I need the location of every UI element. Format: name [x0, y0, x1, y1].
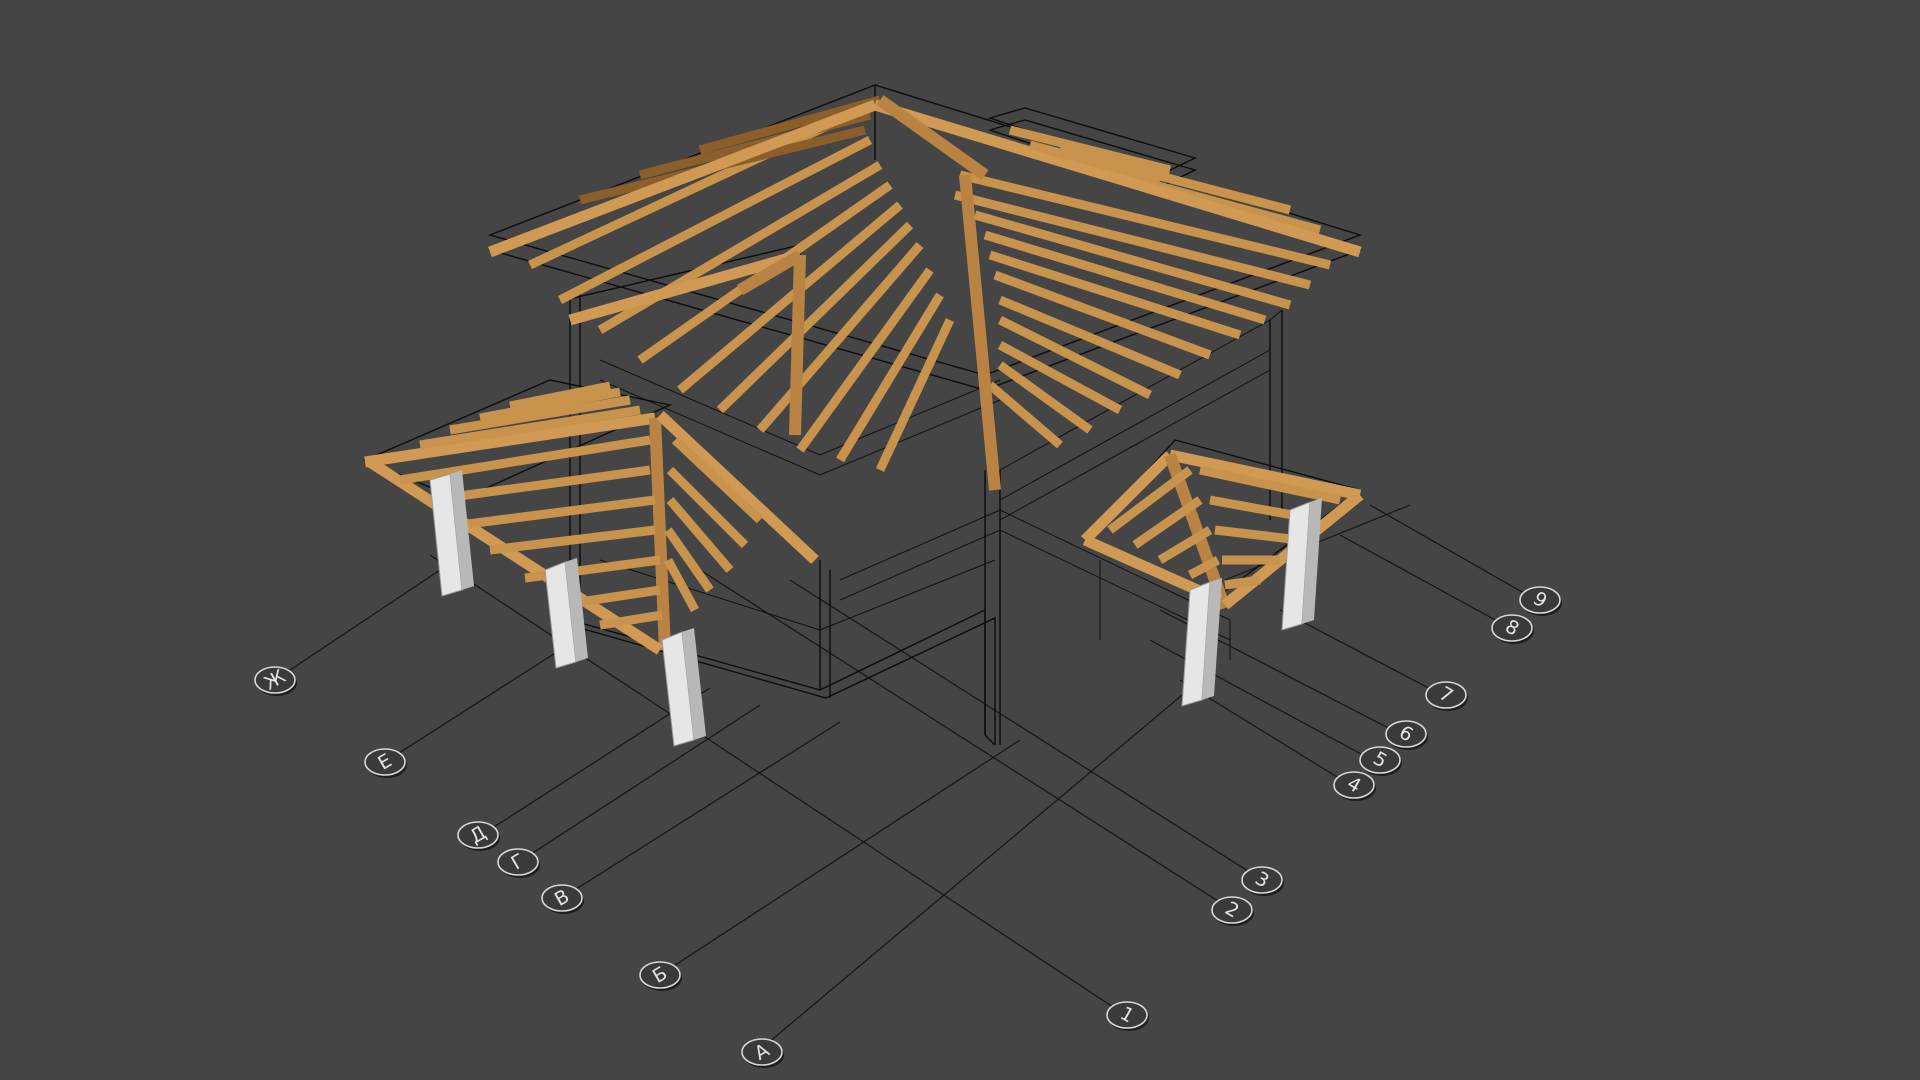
axis-bubble-6[interactable]: 6 [1385, 720, 1428, 750]
axis-line-zh [274, 559, 456, 681]
grid-lines-letters [274, 559, 1201, 1049]
axis-bubble-b[interactable]: Б [639, 961, 682, 991]
axis-bubble-7[interactable]: 7 [1425, 681, 1468, 711]
axis-bubble-e[interactable]: Е [364, 748, 407, 778]
axis-line-a [761, 679, 1201, 1049]
axis-bubble-8[interactable]: 8 [1491, 614, 1534, 644]
3d-viewport[interactable]: Ж Е Д Г В Б А 1 2 3 4 5 6 7 8 9 [0, 0, 1920, 1080]
axis-line-8 [1339, 534, 1511, 629]
axis-bubble-5[interactable]: 5 [1359, 746, 1402, 776]
left-porch-roof [363, 379, 819, 655]
axis-line-v [561, 721, 841, 899]
axis-bubble-4[interactable]: 4 [1333, 771, 1376, 801]
axis-bubble-v[interactable]: В [541, 884, 584, 914]
axis-line-1 [429, 554, 1126, 1016]
axis-bubble-g[interactable]: Г [497, 848, 540, 878]
axis-bubble-a[interactable]: А [741, 1038, 784, 1068]
axis-bubble-3[interactable]: 3 [1241, 866, 1284, 896]
axis-bubble-1[interactable]: 1 [1106, 1001, 1149, 1031]
axis-bubble-d[interactable]: Д [457, 821, 500, 851]
axis-line-b [659, 739, 1021, 976]
column-left-3 [661, 628, 706, 747]
axis-bubble-9[interactable]: 9 [1519, 586, 1562, 616]
axis-line-9 [1369, 504, 1537, 601]
column-right-1 [1181, 578, 1222, 707]
axis-line-2 [699, 569, 1233, 911]
axis-bubble-2[interactable]: 2 [1211, 896, 1254, 926]
axis-line-e [384, 649, 561, 763]
column-left-1 [429, 470, 474, 597]
roof-framing-model[interactable]: Ж Е Д Г В Б А 1 2 3 4 5 6 7 8 9 [0, 0, 1920, 1080]
axis-line-g [521, 704, 761, 861]
